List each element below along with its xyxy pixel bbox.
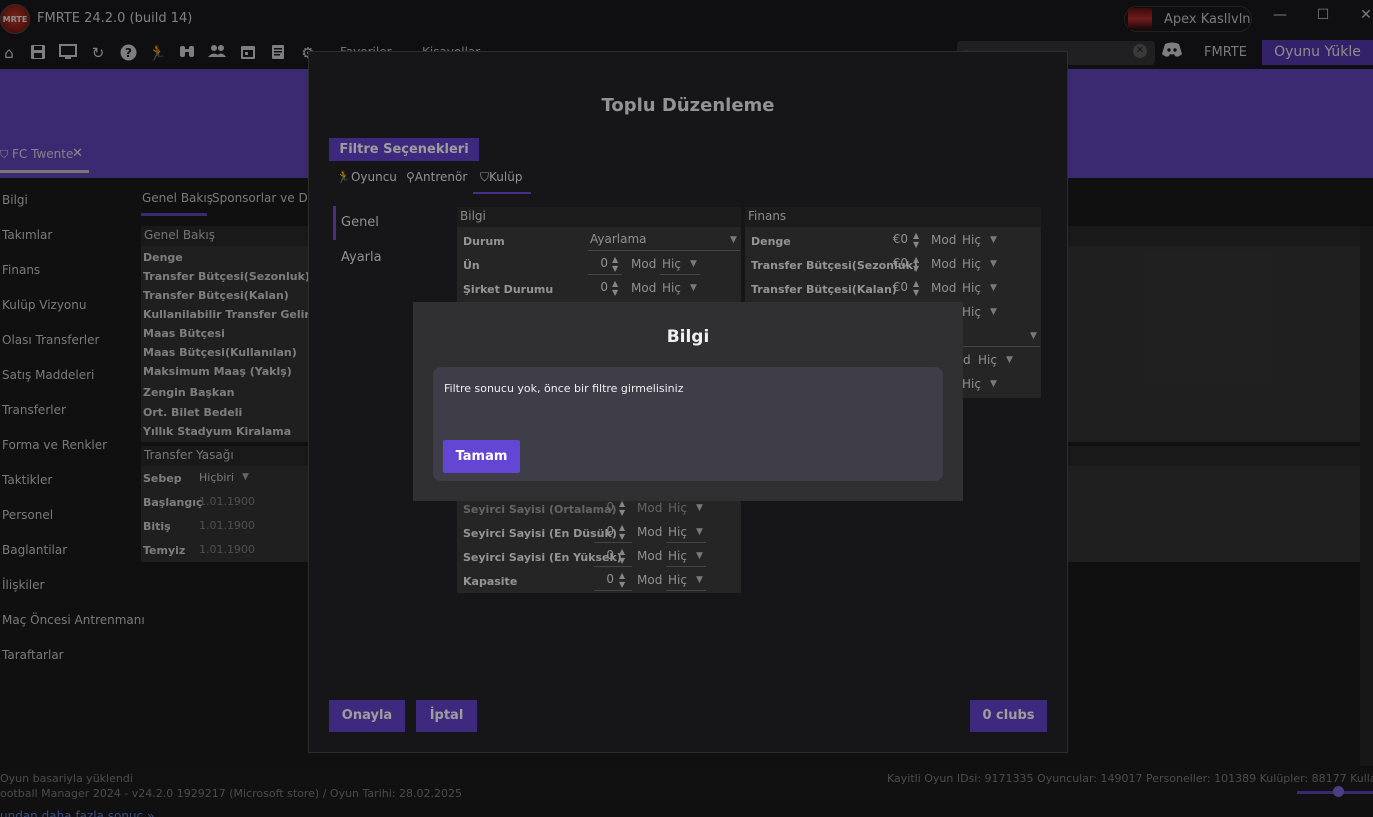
info-title: Bilgi bbox=[666, 327, 710, 347]
ok-button[interactable]: Tamam bbox=[443, 440, 520, 473]
info-message: Filtre sonucu yok, önce bir filtre girme… bbox=[444, 382, 684, 395]
